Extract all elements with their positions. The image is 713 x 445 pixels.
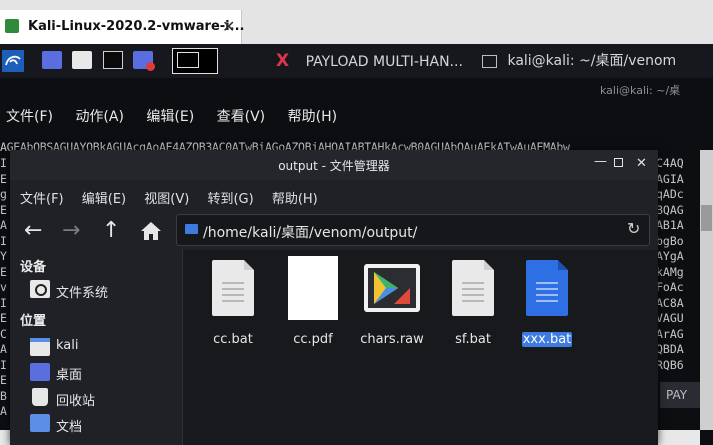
files-icon[interactable]: [72, 51, 92, 69]
host-tab-strip: Kali-Linux-2020.2-vmware-i... ✕: [0, 0, 713, 44]
terminal-scrollbar-thumb[interactable]: [701, 205, 712, 231]
fm-toolbar: ← → ↑ /home/kali/桌面/venom/output/ ↻: [10, 212, 658, 250]
location-bar[interactable]: /home/kali/桌面/venom/output/ ↻: [176, 214, 650, 246]
terminal-menu-file[interactable]: 文件(F): [6, 109, 53, 125]
location-path[interactable]: /home/kali/桌面/venom/output/: [203, 222, 417, 242]
close-icon[interactable]: ✕: [222, 17, 235, 36]
desktop-icon: [30, 363, 50, 381]
documents-folder-icon: [30, 414, 50, 432]
sidebar-header-places: 位置: [20, 314, 47, 329]
vm-tab[interactable]: Kali-Linux-2020.2-vmware-i... ✕: [0, 10, 245, 44]
workspace-icon[interactable]: [42, 51, 62, 69]
forward-arrow-icon[interactable]: →: [62, 218, 80, 243]
taskbar-item-label: kali@kali: ~/桌面/venom: [507, 53, 677, 69]
reload-icon[interactable]: ↻: [627, 219, 640, 238]
maximize-icon[interactable]: [614, 158, 623, 167]
fm-menu-help[interactable]: 帮助(H): [272, 192, 318, 207]
terminal-menu-help[interactable]: 帮助(H): [288, 109, 337, 125]
fm-title: output - 文件管理器: [278, 159, 390, 173]
workspace-switcher[interactable]: [172, 48, 218, 74]
text-file-icon: [452, 260, 494, 316]
kali-panel: X PAYLOAD MULTI-HAN... kali@kali: ~/桌面/v…: [0, 44, 713, 79]
file-name: cc.pdf: [293, 332, 333, 347]
folder-icon: [185, 224, 198, 234]
file-name: chars.raw: [360, 332, 424, 347]
terminal-small-icon: [482, 54, 497, 68]
kali-menu-icon[interactable]: [2, 50, 24, 72]
fm-menu-file[interactable]: 文件(F): [20, 192, 64, 207]
fm-sidebar: 设备 文件系统 位置 kali 桌面 回收站 文档: [10, 250, 183, 445]
fm-menu-go[interactable]: 转到(G): [207, 192, 253, 207]
trash-icon: [32, 388, 48, 406]
text-file-icon: [212, 260, 254, 316]
up-arrow-icon[interactable]: ↑: [102, 218, 120, 243]
file-name: sf.bat: [455, 332, 491, 347]
back-arrow-icon[interactable]: ←: [24, 218, 42, 243]
minimize-icon[interactable]: —: [594, 154, 607, 169]
terminal-scrollbar[interactable]: [700, 150, 713, 430]
sidebar-item-desktop[interactable]: 桌面: [56, 364, 82, 383]
sidebar-item-documents[interactable]: 文档: [56, 416, 82, 435]
file-grid: cc.bat cc.pdf chars.raw sf.bat xxx.bat: [183, 250, 658, 445]
vm-icon: [5, 19, 19, 33]
fm-menu-edit[interactable]: 编辑(E): [82, 192, 126, 207]
sidebar-item-kali[interactable]: kali: [56, 338, 79, 353]
drive-icon: [30, 280, 50, 298]
sidebar-item-trash[interactable]: 回收站: [56, 390, 95, 409]
payload-app-icon: X: [276, 51, 290, 71]
terminal-menu-edit[interactable]: 编辑(E): [146, 109, 194, 125]
file-name-selected: xxx.bat: [522, 332, 572, 347]
sidebar-header-devices: 设备: [20, 260, 47, 275]
terminal-menu-action[interactable]: 动作(A): [75, 109, 124, 125]
raw-file-icon: [364, 264, 420, 312]
text-file-icon-selected: [526, 260, 568, 316]
vm-tab-label: Kali-Linux-2020.2-vmware-i...: [28, 19, 245, 34]
taskbar-item-label: PAYLOAD MULTI-HAN...: [305, 54, 463, 70]
file-name: cc.bat: [213, 332, 253, 347]
terminal-menubar: 文件(F) 动作(A) 编辑(E) 查看(V) 帮助(H): [6, 106, 355, 126]
file-manager-window: output - 文件管理器 — ✕ 文件(F) 编辑(E) 视图(V) 转到(…: [10, 150, 658, 445]
pdf-file-icon: [288, 256, 338, 320]
browser-icon[interactable]: [133, 51, 155, 71]
close-icon[interactable]: ✕: [636, 156, 647, 171]
fm-menubar: 文件(F) 编辑(E) 视图(V) 转到(G) 帮助(H): [20, 188, 332, 207]
sidebar-item-filesystem[interactable]: 文件系统: [56, 282, 108, 301]
taskbar-item-terminal[interactable]: kali@kali: ~/桌面/venom: [482, 44, 676, 78]
fm-menu-view[interactable]: 视图(V): [144, 192, 189, 207]
home-icon[interactable]: [140, 221, 162, 241]
terminal-title: kali@kali: ~/桌: [600, 84, 681, 97]
home-folder-icon: [30, 338, 50, 356]
terminal-icon[interactable]: [103, 51, 123, 69]
terminal-menu-view[interactable]: 查看(V): [217, 109, 266, 125]
taskbar-item-payload[interactable]: X PAYLOAD MULTI-HAN...: [276, 44, 463, 78]
